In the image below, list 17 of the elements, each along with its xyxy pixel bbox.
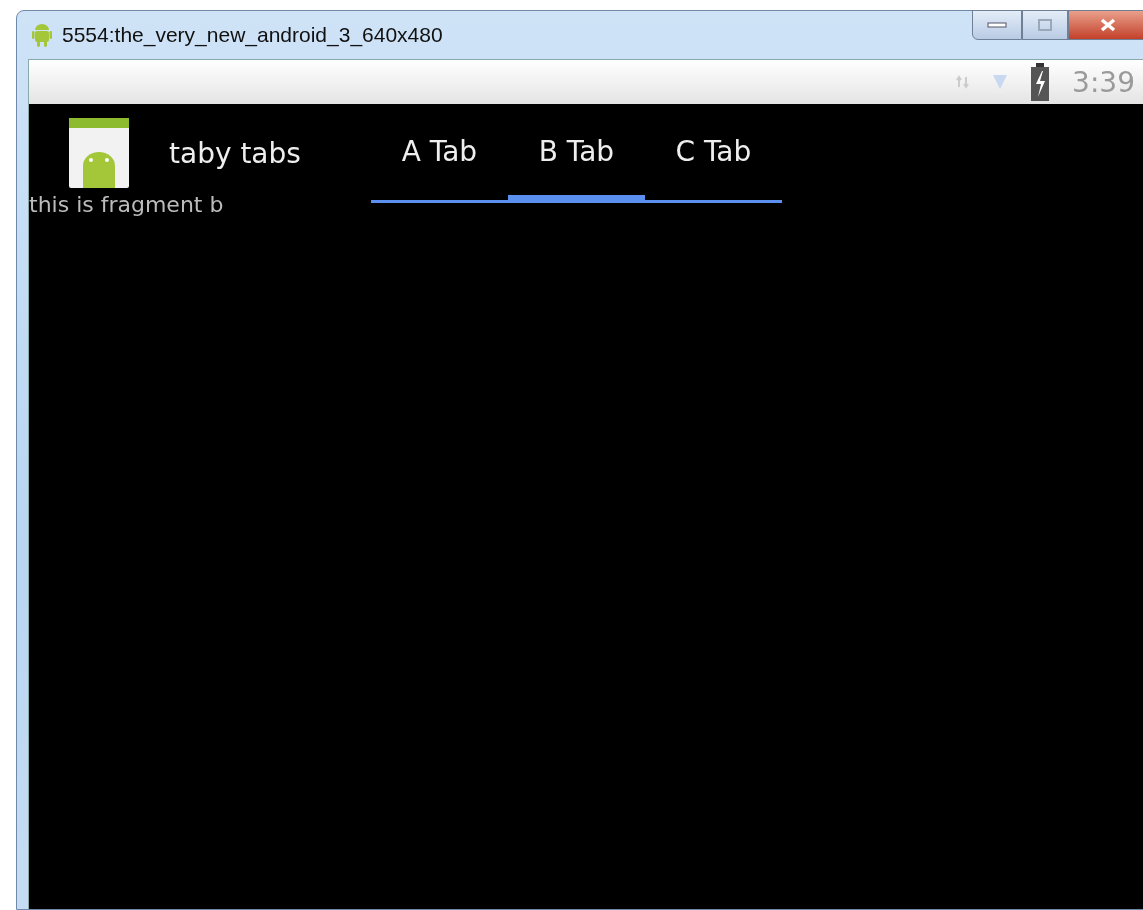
window-title: 5554:the_very_new_android_3_640x480 bbox=[62, 23, 443, 47]
maximize-icon bbox=[1038, 19, 1052, 31]
minimize-button[interactable] bbox=[972, 10, 1022, 40]
app-title: taby tabs bbox=[169, 136, 301, 170]
tab[interactable]: A Tab bbox=[370, 107, 508, 203]
data-arrows-icon bbox=[956, 75, 971, 89]
close-icon bbox=[1100, 18, 1116, 32]
fragment-text: this is fragment b bbox=[29, 192, 224, 217]
tab[interactable]: B Tab bbox=[507, 107, 645, 203]
clock: 3:39 bbox=[1072, 65, 1135, 99]
close-button[interactable] bbox=[1068, 10, 1143, 40]
battery-icon bbox=[1030, 63, 1051, 101]
app-icon bbox=[69, 118, 129, 188]
maximize-button[interactable] bbox=[1022, 10, 1068, 40]
minimize-icon bbox=[987, 22, 1007, 28]
tab[interactable]: C Tab bbox=[644, 107, 782, 203]
android-icon bbox=[32, 23, 52, 47]
